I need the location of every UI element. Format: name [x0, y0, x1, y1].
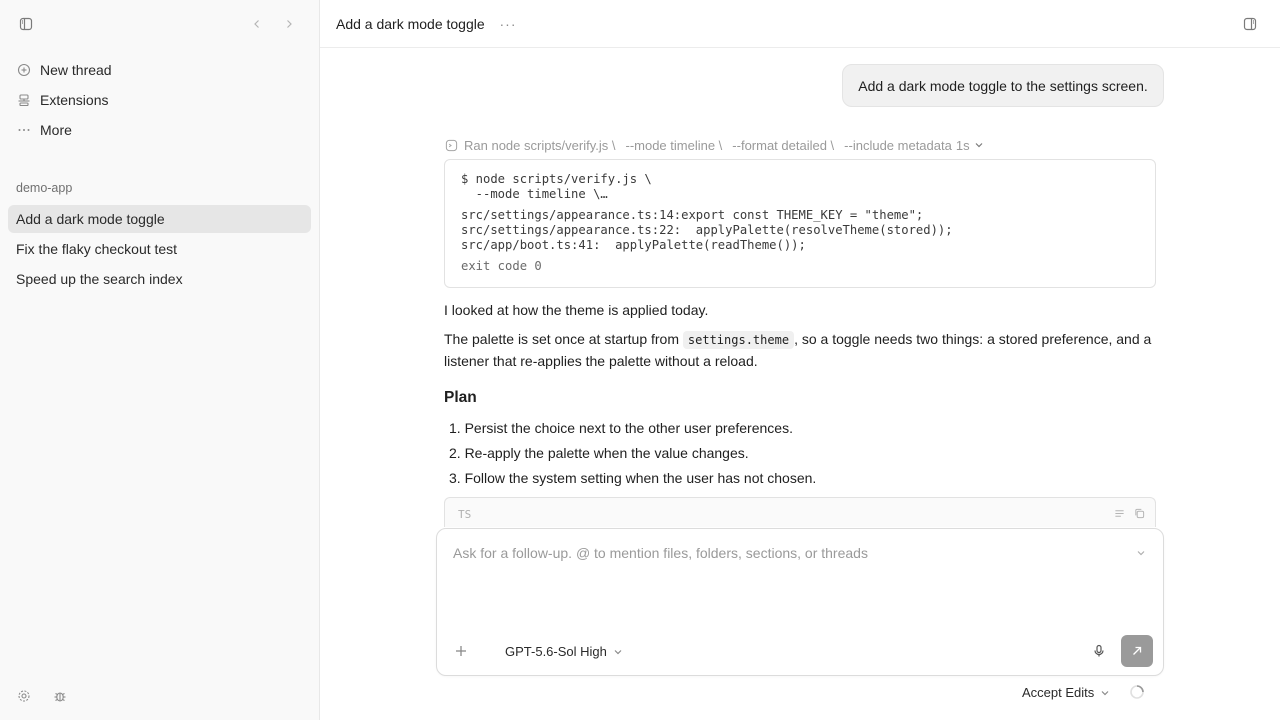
loading-spinner-icon — [1129, 684, 1145, 700]
terminal-clock-icon — [444, 138, 458, 152]
microphone-icon[interactable] — [1091, 643, 1107, 659]
thread-item-speed-up-search-index[interactable]: Speed up the search index — [8, 265, 311, 293]
more-button[interactable]: More — [8, 116, 311, 144]
plan-list-item: 2. Re-apply the palette when the value c… — [449, 445, 749, 461]
paragraph-text: , so a toggle needs two things: a stored… — [794, 331, 1152, 347]
thread-label: Speed up the search index — [16, 271, 183, 287]
code-language-label: TS — [458, 508, 472, 521]
nav-label-more: More — [40, 122, 72, 138]
plan-list-item: 3. Follow the system setting when the us… — [449, 470, 817, 486]
follow-up-input[interactable]: Ask for a follow-up. @ to mention files,… — [453, 545, 868, 561]
thread-label: Add a dark mode toggle — [16, 211, 165, 227]
code-block-header: TS — [444, 497, 1156, 527]
tool-call-segment: --mode timeline \ — [625, 137, 723, 153]
accept-edits-label: Accept Edits — [1022, 685, 1095, 700]
project-section-label: demo-app — [16, 181, 73, 195]
assistant-paragraph-2: The palette is set once at startup from … — [444, 329, 1160, 372]
wrap-lines-icon[interactable] — [1113, 507, 1125, 519]
copy-icon[interactable] — [1133, 507, 1145, 519]
tool-call-summary[interactable]: Ran node scripts/verify.js \ --mode time… — [444, 137, 984, 153]
thread-label: Fix the flaky checkout test — [16, 241, 178, 257]
thread-item-fix-flaky-checkout-test[interactable]: Fix the flaky checkout test — [8, 235, 311, 263]
add-attachment-icon[interactable] — [453, 643, 469, 659]
command-line: --mode timeline \… — [461, 187, 608, 201]
thread-title: Add a dark mode toggle — [336, 16, 485, 32]
tool-call-duration: 1s — [955, 137, 970, 153]
tool-call-segment: --format detailed \ — [732, 137, 835, 153]
assistant-paragraph-1: I looked at how the theme is applied tod… — [444, 302, 709, 318]
thread-more-options-icon[interactable]: ··· — [498, 14, 518, 34]
send-button[interactable] — [1121, 635, 1153, 667]
extensions-button[interactable]: Extensions — [8, 86, 311, 114]
send-arrow-icon — [1131, 645, 1143, 657]
new-thread-button[interactable]: New thread — [8, 56, 311, 84]
collapse-chevron-icon[interactable] — [1135, 547, 1147, 559]
chevron-down-icon — [613, 647, 623, 657]
plan-heading: Plan — [444, 389, 477, 406]
composer[interactable]: Ask for a follow-up. @ to mention files,… — [436, 528, 1164, 676]
settings-gear-icon[interactable] — [16, 688, 32, 704]
tool-call-segment: --include metadata — [844, 137, 952, 153]
model-selector[interactable]: GPT-5.6-Sol High — [505, 644, 623, 659]
tool-call-segment: Ran node scripts/verify.js \ — [464, 137, 616, 153]
output-line: src/settings/appearance.ts:14:export con… — [461, 208, 924, 222]
nav-label-extensions: Extensions — [40, 92, 109, 108]
sidebar: New thread Extensions More demo-app Add … — [0, 0, 320, 720]
nav-label-new-thread: New thread — [40, 62, 112, 78]
sidebar-top-bar — [16, 14, 303, 34]
extensions-icon — [16, 92, 32, 108]
output-line: src/settings/appearance.ts:22: applyPale… — [461, 223, 953, 237]
right-panel-toggle-icon[interactable] — [1240, 14, 1260, 34]
forward-arrow-icon[interactable] — [279, 14, 299, 34]
sidebar-toggle-icon[interactable] — [16, 14, 36, 34]
command-output-block: $ node scripts/verify.js \ --mode timeli… — [444, 159, 1156, 288]
command-line: $ node scripts/verify.js \ — [461, 172, 652, 186]
inline-code: settings.theme — [682, 331, 795, 349]
debug-bug-icon[interactable] — [52, 688, 68, 704]
chevron-down-icon — [974, 140, 984, 150]
more-icon — [16, 122, 32, 138]
user-message-bubble: Add a dark mode toggle to the settings s… — [842, 64, 1164, 107]
model-name: GPT-5.6-Sol High — [505, 644, 607, 659]
sidebar-bottom-bar — [16, 688, 68, 704]
output-line: src/app/boot.ts:41: applyPalette(readThe… — [461, 238, 806, 252]
new-thread-icon — [16, 62, 32, 78]
back-arrow-icon[interactable] — [247, 14, 267, 34]
paragraph-text: The palette is set once at startup from — [444, 331, 683, 347]
thread-header: Add a dark mode toggle ··· — [320, 0, 1280, 48]
chevron-down-icon — [1100, 688, 1110, 698]
exit-code: exit code 0 — [461, 259, 542, 273]
plan-list-item: 1. Persist the choice next to the other … — [449, 420, 793, 436]
thread-item-add-dark-mode-toggle[interactable]: Add a dark mode toggle — [8, 205, 311, 233]
accept-edits-dropdown[interactable]: Accept Edits — [1022, 685, 1110, 700]
paragraph-text: listener that re-applies the palette wit… — [444, 353, 758, 369]
